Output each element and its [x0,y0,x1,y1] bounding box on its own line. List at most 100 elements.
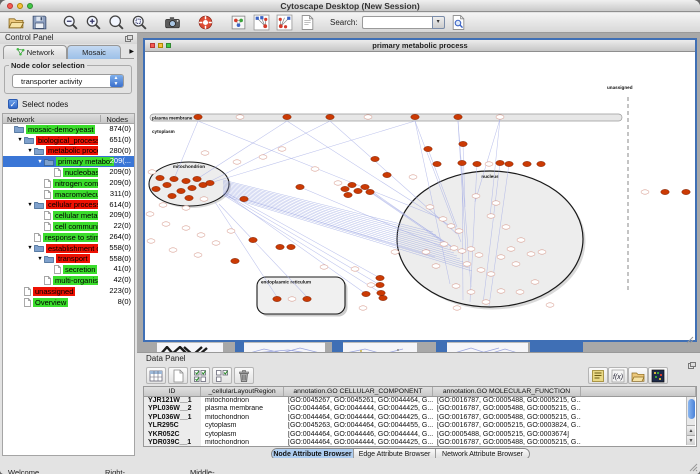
table-row[interactable]: YKR052Ccytoplasm[GO:0044464, GO:0044446,… [144,431,696,439]
tree-row[interactable]: ▼biological_process651(0) [3,135,134,146]
network-node[interactable] [334,181,342,185]
network-node-selected[interactable] [168,193,176,198]
expand-arrow-icon[interactable]: ▼ [26,245,34,251]
network-node-selected[interactable] [361,184,369,189]
network-node[interactable] [527,252,535,256]
network-node-selected[interactable] [188,185,196,190]
save-icon[interactable] [31,14,48,31]
network-edge[interactable] [215,202,277,297]
cell-molecular-function[interactable]: [GO:0005488, GO:0005215, GO:0003674] [433,431,581,439]
cell-molecular-function[interactable]: [GO:0016787, GO:0005488, GO:0005215, G..… [433,439,581,447]
network-node[interactable] [531,280,539,284]
background-window-edge[interactable] [343,342,417,352]
expand-arrow-icon[interactable]: ▼ [16,137,24,143]
network-node[interactable] [391,250,399,254]
vizmapper-icon[interactable] [230,14,247,31]
cell-region[interactable]: plasma membrane [201,405,284,413]
table-row[interactable]: YDR039C__1mitochondrion[GO:0044464, GO:0… [144,439,696,447]
attr-list-icon[interactable] [588,367,608,384]
tree-row[interactable]: unassigned223(0) [3,286,134,297]
cell-cellular-component[interactable]: [GO:0044464, GO:0044444, GO:0044425, G..… [284,405,433,413]
layout-2-icon[interactable] [276,14,293,31]
node-color-dropdown[interactable]: transporter activity ▲▼ [12,74,124,88]
background-window-edge[interactable] [332,342,343,352]
expand-arrow-icon[interactable]: ▼ [26,148,34,154]
network-node-selected[interactable] [454,114,462,119]
tab-overflow-arrow-icon[interactable]: ▶ [129,48,134,55]
annotation-icon[interactable] [299,14,316,31]
network-node[interactable] [453,306,461,310]
tree-row[interactable]: macromolecule311(0) [3,189,134,200]
tree-row[interactable]: secretion41(0) [3,264,134,275]
tree-row[interactable]: ▼establishment of lo558(0) [3,243,134,254]
column-divider[interactable] [100,115,101,122]
network-node[interactable] [502,225,510,229]
cell-id[interactable]: YDR039C__1 [144,439,201,447]
search-input[interactable] [362,16,432,29]
tree-row[interactable]: multi-organism pro42(0) [3,275,134,286]
network-node-selected[interactable] [341,186,349,191]
cell-molecular-function[interactable]: [GO:0016787, GO:0005488, GO:0005215, G..… [433,405,581,413]
network-node-selected[interactable] [206,180,214,185]
tree-row[interactable]: ▼metabolic process280(0) [3,146,134,157]
network-node[interactable] [439,217,447,221]
title-bar[interactable]: Cytoscape Desktop (New Session) [0,0,700,12]
network-node[interactable] [169,248,177,252]
network-node-selected[interactable] [240,196,248,201]
cell-id[interactable]: YPL036W__2 [144,405,201,413]
cell-region[interactable]: mitochondrion [201,439,284,447]
network-node[interactable] [507,247,515,251]
network-node[interactable] [538,250,546,254]
table-row[interactable]: YLR295Ccytoplasm[GO:0045263, GO:0044464,… [144,422,696,430]
scroll-down-icon[interactable]: ▼ [687,435,695,445]
network-node[interactable] [467,247,475,251]
network-node[interactable] [422,250,430,254]
unselect-attrs-icon[interactable] [212,367,232,384]
zoom-in-icon[interactable] [85,14,102,31]
network-edge[interactable] [330,121,457,234]
expand-arrow-icon[interactable]: ▼ [36,159,44,165]
network-node-selected[interactable] [682,189,690,194]
network-node-selected[interactable] [458,160,466,165]
network-node-selected[interactable] [379,295,387,300]
network-edge[interactable] [197,121,287,179]
network-node-selected[interactable] [163,182,171,187]
cell-region[interactable]: mitochondrion [201,414,284,422]
background-window-edge[interactable] [436,342,447,352]
tree-row[interactable]: nitrogen compo209(0) [3,178,134,189]
tree-column-network[interactable]: Network [7,115,35,124]
network-node-selected[interactable] [194,114,202,119]
network-node[interactable] [485,162,493,166]
network-node[interactable] [364,115,372,119]
network-node-selected[interactable] [152,186,160,191]
network-node[interactable] [475,253,483,257]
network-node[interactable] [487,272,495,276]
network-view-window[interactable]: primary metabolic process plasma membran… [143,38,697,342]
network-node-selected[interactable] [371,156,379,161]
tree-column-nodes[interactable]: Nodes [106,115,128,124]
network-edge[interactable] [198,121,445,220]
cell-region[interactable]: mitochondrion [201,397,284,405]
table-column-header[interactable]: annotation.GO CELLULAR_COMPONENT [284,387,433,396]
tab-network[interactable]: Network [3,45,67,59]
background-window-edge[interactable] [235,342,244,352]
network-node-selected[interactable] [459,141,467,146]
background-window-edge[interactable] [530,342,583,352]
network-node-selected[interactable] [424,146,432,151]
network-node-selected[interactable] [366,189,374,194]
select-nodes-checkbox[interactable]: ✓ [8,99,18,109]
network-node-selected[interactable] [362,291,370,296]
network-node-selected[interactable] [276,244,284,249]
network-node-selected[interactable] [249,237,257,242]
tree-row[interactable]: ▼transport558(0) [3,254,134,265]
function-builder-icon[interactable]: f(x) [608,367,628,384]
attribute-table-header[interactable]: ID_cellularLayoutRegionannotation.GO CEL… [144,387,696,397]
tree-row[interactable]: Overview8(0) [3,297,134,308]
network-node[interactable] [278,147,286,151]
snapshot-icon[interactable] [164,14,181,31]
open-icon[interactable] [8,14,25,31]
network-node-selected[interactable] [496,160,504,165]
network-node[interactable] [236,115,244,119]
network-node-selected[interactable] [383,172,391,177]
network-node[interactable] [482,300,490,304]
